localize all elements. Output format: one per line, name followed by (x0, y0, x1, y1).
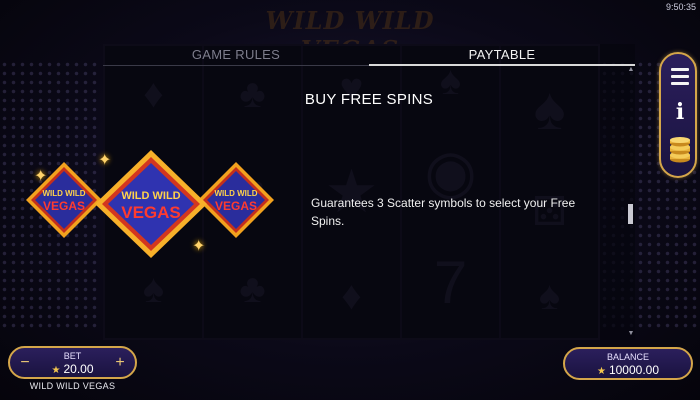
balance-value-wrap: ★ 10000.00 (565, 363, 691, 377)
bet-value: 20.00 (63, 362, 94, 376)
side-menu: i (659, 52, 697, 178)
star-icon: ★ (51, 365, 61, 376)
sparkle-icon: ✦ (192, 238, 206, 255)
badge-line1: WILD WILD (42, 189, 85, 198)
bet-control: − BET ★ 20.00 + (8, 346, 137, 379)
scroll-down-icon[interactable]: ▼ (627, 330, 635, 338)
balance-display: BALANCE ★ 10000.00 (563, 347, 693, 380)
clock: 9:50:35 (665, 2, 696, 12)
tab-paytable[interactable]: PAYTABLE (369, 44, 635, 66)
hamburger-menu-icon[interactable] (668, 64, 692, 88)
coins-icon[interactable] (668, 137, 692, 163)
badge-line1: WILD WILD (214, 189, 257, 198)
game-title: WILD WILD VEGAS (29, 381, 116, 391)
panel-title: BUY FREE SPINS (304, 91, 434, 108)
info-icon[interactable]: i (668, 99, 692, 125)
scroll-up-icon[interactable]: ▲ (627, 66, 635, 74)
balance-value: 10000.00 (608, 363, 660, 377)
tab-game-rules[interactable]: GAME RULES (103, 44, 369, 66)
panel-description: Guarantees 3 Scatter symbols to select y… (311, 196, 576, 228)
scrollbar[interactable]: ▲ ▼ (626, 66, 636, 338)
game-logo-background: WILD WILD VEGAS (265, 6, 435, 64)
sparkle-icon: ✦ (34, 168, 48, 185)
info-tabs: GAME RULES PAYTABLE (103, 44, 635, 66)
badge-line2: VEGAS (43, 199, 85, 213)
increase-bet-button[interactable]: + (111, 354, 129, 372)
sparkle-icon: ✦ (98, 152, 112, 169)
star-icon: ★ (596, 366, 606, 377)
game-stage: WILD WILD VEGAS 9:50:35 ♦ ♥ ♠ ♣ ♥ ♣ ♥ ★ … (0, 0, 700, 400)
scroll-thumb[interactable] (628, 204, 633, 224)
balance-label: BALANCE (606, 352, 650, 362)
badge-line2: VEGAS (121, 203, 181, 222)
badge-line2: VEGAS (215, 199, 257, 213)
badge-line1: WILD WILD (121, 190, 180, 202)
